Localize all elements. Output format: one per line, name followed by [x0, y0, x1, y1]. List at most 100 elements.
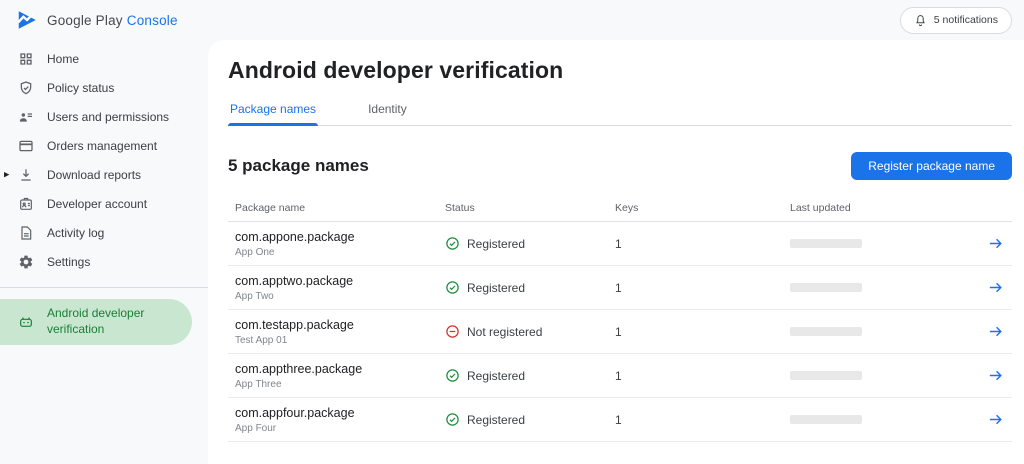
package-name: com.appthree.package — [235, 361, 363, 376]
package-name: com.apptwo.package — [235, 273, 354, 288]
tab-identity[interactable]: Identity — [366, 97, 409, 125]
sidebar-item-download-reports[interactable]: ▶ Download reports — [0, 160, 208, 189]
status-label: Registered — [467, 280, 526, 295]
status-cell: Registered — [445, 280, 615, 295]
package-name: com.appfour.package — [235, 405, 355, 420]
package-cell: com.apptwo.package App Two — [235, 274, 445, 302]
bell-icon — [915, 14, 925, 26]
row-detail-arrow[interactable] — [987, 279, 1016, 296]
page-title: Android developer verification — [228, 57, 564, 83]
expand-caret-icon[interactable]: ▶ — [4, 171, 9, 178]
row-detail-arrow[interactable] — [987, 367, 1016, 384]
row-detail-arrow[interactable] — [987, 235, 1016, 252]
table-row: com.testapp.package Test App 01 Not regi… — [228, 310, 1012, 354]
status-label: Registered — [467, 236, 526, 251]
sidebar-item-label: Activity log — [47, 225, 105, 240]
registered-icon — [445, 368, 460, 383]
status-cell: Registered — [445, 412, 615, 427]
sidebar-item-label: Users and permissions — [47, 109, 170, 124]
table-row: com.appfour.package App Four Registered … — [228, 398, 1012, 442]
credit-card-icon — [18, 138, 34, 154]
logo-console: Console — [126, 12, 178, 28]
app-name: App One — [235, 246, 275, 258]
play-console-logo[interactable]: Google Play Console — [16, 9, 178, 31]
last-updated-redacted-bar — [790, 371, 862, 380]
not-registered-icon — [445, 324, 460, 339]
registered-icon — [445, 412, 460, 427]
package-count-heading: 5 package names — [228, 156, 369, 175]
sidebar-item-home[interactable]: Home — [0, 44, 208, 73]
keys-cell: 1 — [615, 368, 622, 383]
column-header-package-name: Package name — [235, 201, 306, 214]
sidebar-item-developer-account[interactable]: Developer account — [0, 189, 208, 218]
sidebar-item-label: Home — [47, 51, 80, 66]
sidebar-item-label: Download reports — [47, 167, 142, 182]
package-cell: com.appthree.package App Three — [235, 362, 445, 390]
arrow-right-icon — [989, 282, 1002, 293]
keys-cell: 1 — [615, 280, 622, 295]
arrow-right-icon — [989, 238, 1002, 249]
main-content: Android developer verification Package n… — [208, 40, 1024, 464]
download-icon — [18, 167, 34, 183]
table-row: com.appthree.package App Three Registere… — [228, 354, 1012, 398]
app-name: Test App 01 — [235, 334, 288, 346]
package-name: com.testapp.package — [235, 317, 354, 332]
status-cell: Not registered — [445, 324, 615, 339]
keys-cell: 1 — [615, 236, 622, 251]
notifications-label: 5 notifications — [933, 14, 998, 26]
column-header-status: Status — [445, 201, 475, 214]
sidebar-item-orders-management[interactable]: Orders management — [0, 131, 208, 160]
document-icon — [18, 225, 34, 241]
status-label: Not registered — [467, 324, 543, 339]
tab-bar: Package names Identity — [228, 97, 1012, 126]
sidebar-item-policy-status[interactable]: Policy status — [0, 73, 208, 102]
arrow-right-icon — [989, 414, 1002, 425]
package-cell: com.appone.package App One — [235, 230, 445, 258]
user-list-icon — [18, 109, 34, 125]
last-updated-redacted-bar — [790, 327, 862, 336]
grid-icon — [18, 51, 34, 67]
logo-text: Google Play Console — [47, 13, 178, 28]
status-label: Registered — [467, 368, 526, 383]
table-header-row: Package name Status Keys Last updated — [228, 194, 1012, 222]
registered-icon — [445, 236, 460, 251]
row-detail-arrow[interactable] — [987, 323, 1016, 340]
android-icon — [18, 314, 34, 330]
package-cell: com.testapp.package Test App 01 — [235, 318, 445, 346]
status-cell: Registered — [445, 236, 615, 251]
registered-icon — [445, 280, 460, 295]
keys-cell: 1 — [615, 412, 622, 427]
sidebar-item-label: Developer account — [47, 196, 148, 211]
arrow-right-icon — [989, 370, 1002, 381]
logo-google-play: Google Play — [47, 12, 123, 28]
app-name: App Three — [235, 378, 282, 390]
package-table: Package name Status Keys Last updated co… — [228, 194, 1012, 442]
app-name: App Four — [235, 422, 277, 434]
sidebar-item-activity-log[interactable]: Activity log — [0, 218, 208, 247]
sidebar: Home Policy status Users and permissions… — [0, 44, 208, 464]
sidebar-item-label: Android developer verification — [47, 306, 145, 336]
package-name: com.appone.package — [235, 229, 355, 244]
row-detail-arrow[interactable] — [987, 411, 1016, 428]
last-updated-redacted-bar — [790, 239, 862, 248]
id-badge-icon — [18, 196, 34, 212]
status-label: Registered — [467, 412, 526, 427]
app-name: App Two — [235, 290, 274, 302]
keys-cell: 1 — [615, 324, 622, 339]
sidebar-item-users-permissions[interactable]: Users and permissions — [0, 102, 208, 131]
tab-package-names[interactable]: Package names — [228, 97, 319, 126]
table-row: com.apptwo.package App Two Registered 1 — [228, 266, 1012, 310]
sidebar-item-label: Policy status — [47, 80, 115, 95]
sidebar-item-label: Settings — [47, 254, 91, 269]
section-header: 5 package names Register package name — [228, 152, 1012, 180]
status-cell: Registered — [445, 368, 615, 383]
play-console-logo-icon — [17, 11, 36, 29]
sidebar-item-settings[interactable]: Settings — [0, 247, 208, 276]
sidebar-item-android-developer-verification[interactable]: Android developer verification — [0, 299, 192, 345]
arrow-right-icon — [989, 326, 1002, 337]
last-updated-redacted-bar — [790, 283, 862, 292]
register-package-name-button[interactable]: Register package name — [851, 152, 1012, 180]
sidebar-divider — [0, 287, 208, 288]
package-cell: com.appfour.package App Four — [235, 406, 445, 434]
notifications-button[interactable]: 5 notifications — [899, 6, 1012, 34]
